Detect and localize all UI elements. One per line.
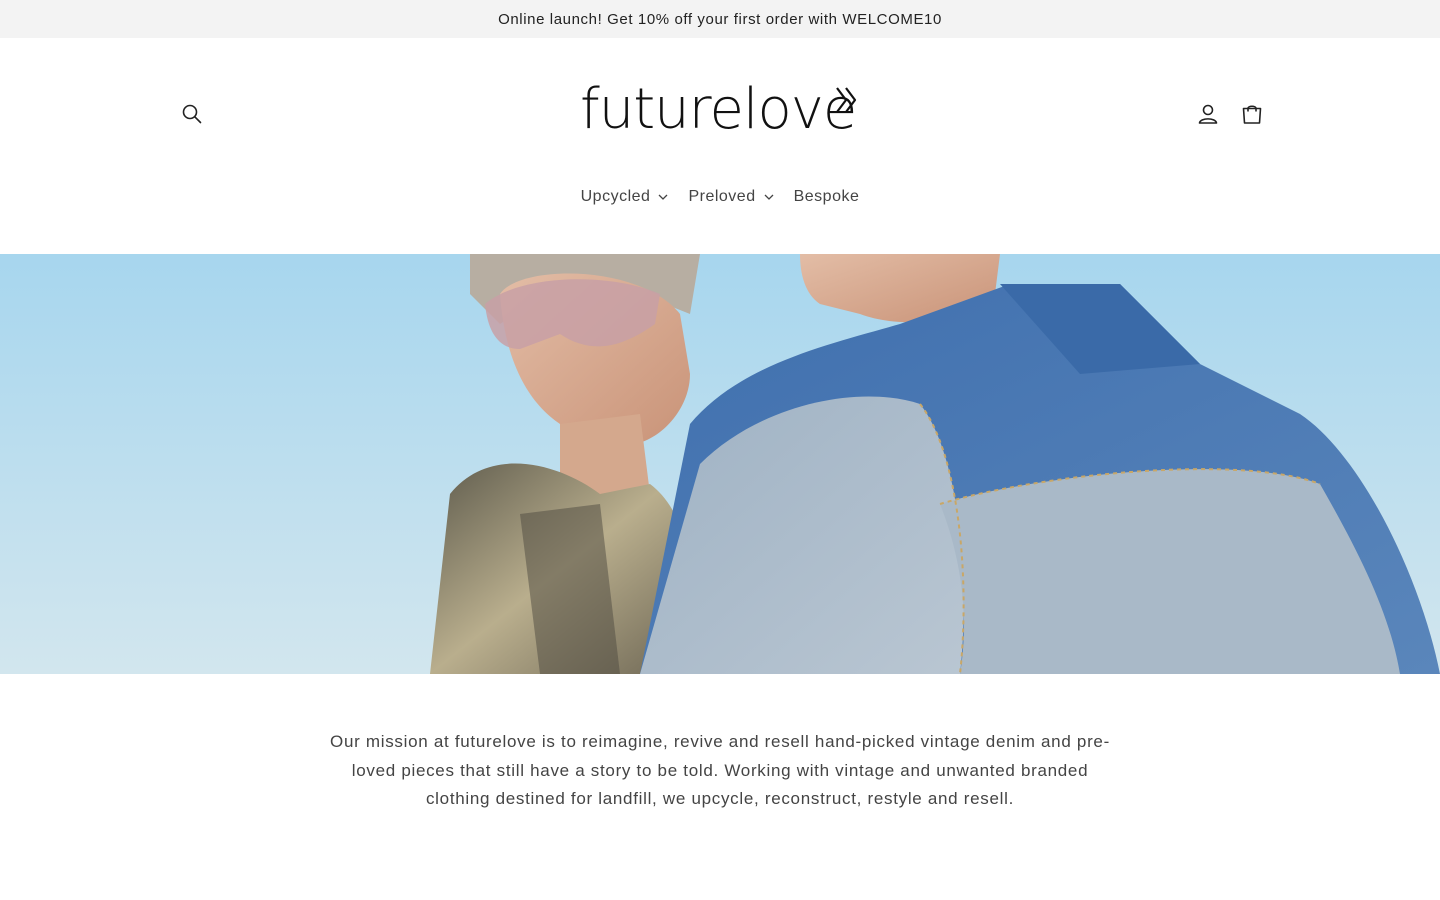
announcement-bar: Online launch! Get 10% off your first or… [0, 0, 1440, 38]
brand-name: futurelove [580, 77, 857, 142]
main-nav: Upcycled Preloved Bespoke [0, 180, 1440, 214]
nav-item-label: Preloved [688, 188, 756, 205]
nav-item-bespoke[interactable]: Bespoke [784, 180, 870, 214]
logo-arrow-icon [836, 87, 857, 113]
hero-illustration [0, 254, 1440, 674]
mission-text: Our mission at futurelove is to reimagin… [330, 732, 1110, 808]
account-button[interactable] [1188, 94, 1228, 134]
cart-button[interactable] [1232, 94, 1272, 134]
brand-logo[interactable]: futurelove [580, 78, 860, 154]
announcement-text: Online launch! Get 10% off your first or… [498, 10, 942, 28]
search-button[interactable] [172, 94, 212, 134]
nav-item-upcycled[interactable]: Upcycled [571, 180, 679, 214]
nav-item-label: Bespoke [793, 188, 860, 205]
mission-section: Our mission at futurelove is to reimagin… [0, 728, 1440, 814]
nav-item-label: Upcycled [580, 188, 651, 205]
nav-item-preloved[interactable]: Preloved [678, 180, 783, 214]
cart-icon [1242, 105, 1262, 124]
search-icon [182, 104, 202, 124]
site-header: futurelove Upcycled Preloved Bespoke [0, 38, 1440, 254]
hero-image [0, 254, 1440, 674]
chevron-down-icon [658, 194, 668, 200]
account-icon [1198, 104, 1218, 124]
chevron-down-icon [764, 194, 774, 200]
header-row: futurelove [0, 38, 1440, 190]
